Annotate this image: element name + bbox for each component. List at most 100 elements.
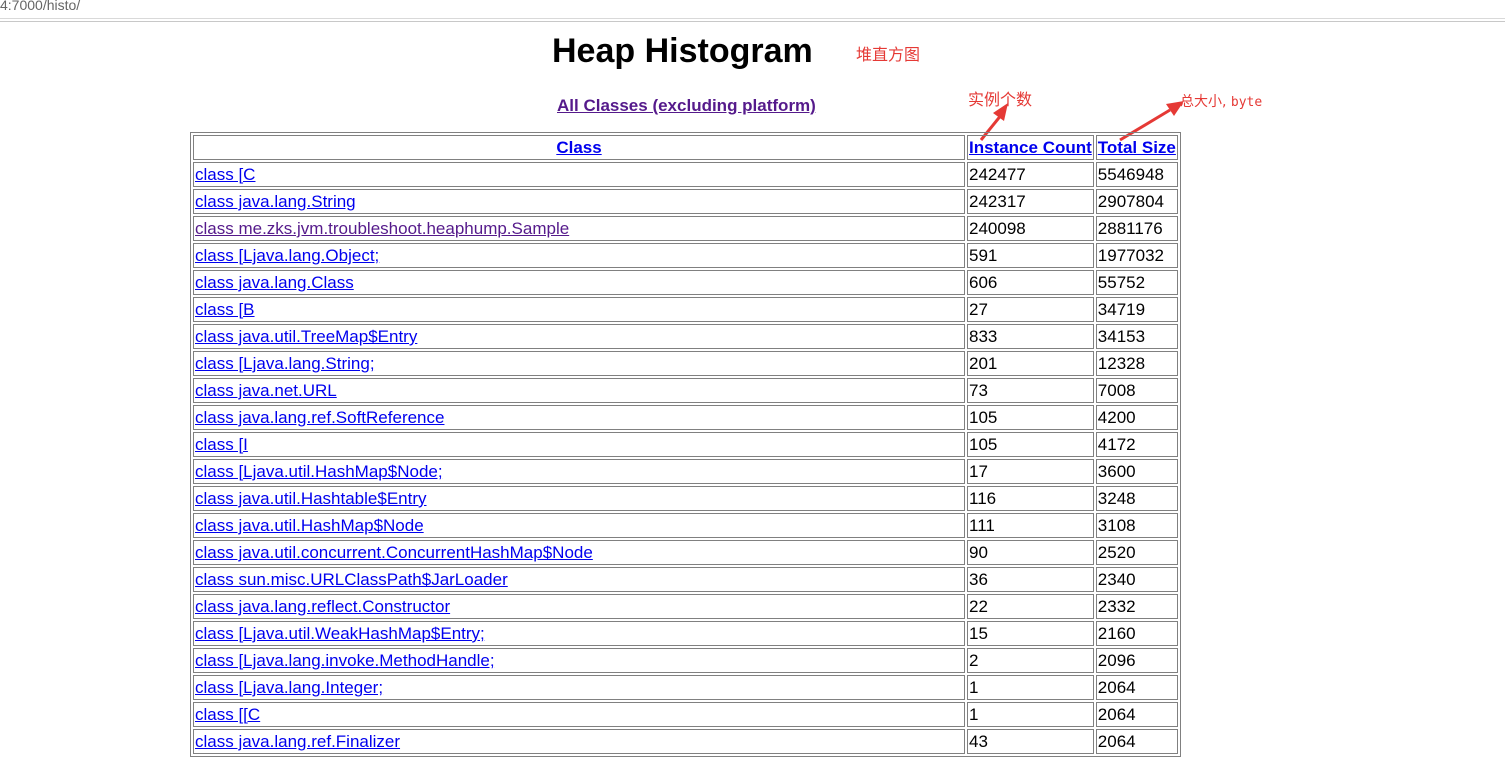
instance-count-cell: 1 bbox=[967, 675, 1094, 700]
class-link[interactable]: class me.zks.jvm.troubleshoot.heaphump.S… bbox=[195, 219, 569, 238]
instance-count-cell: 591 bbox=[967, 243, 1094, 268]
class-cell: class java.lang.reflect.Constructor bbox=[193, 594, 965, 619]
class-link[interactable]: class [Ljava.lang.String; bbox=[195, 354, 375, 373]
class-link[interactable]: class [Ljava.lang.invoke.MethodHandle; bbox=[195, 651, 495, 670]
table-row: class [Ljava.lang.Integer; 1 2064 bbox=[193, 675, 1178, 700]
class-cell: class java.util.TreeMap$Entry bbox=[193, 324, 965, 349]
instance-count-cell: 240098 bbox=[967, 216, 1094, 241]
class-cell: class java.util.HashMap$Node bbox=[193, 513, 965, 538]
total-size-cell: 12328 bbox=[1095, 351, 1178, 376]
class-link[interactable]: class java.util.Hashtable$Entry bbox=[195, 489, 427, 508]
table-row: class java.lang.String 242317 2907804 bbox=[193, 189, 1178, 214]
class-link[interactable]: class [Ljava.lang.Object; bbox=[195, 246, 379, 265]
annotation-total-size-label: 总大小, bbox=[1180, 94, 1227, 110]
total-size-cell: 7008 bbox=[1095, 378, 1178, 403]
class-link[interactable]: class java.util.concurrent.ConcurrentHas… bbox=[195, 543, 593, 562]
class-cell: class java.lang.Class bbox=[193, 270, 965, 295]
table-row: class java.lang.ref.SoftReference 105 4200 bbox=[193, 405, 1178, 430]
table-row: class [Ljava.lang.invoke.MethodHandle; 2 2… bbox=[193, 648, 1178, 673]
total-size-cell: 2160 bbox=[1095, 621, 1178, 646]
class-link[interactable]: class java.net.URL bbox=[195, 381, 337, 400]
class-cell: class java.lang.String bbox=[193, 189, 965, 214]
instance-count-cell: 27 bbox=[967, 297, 1094, 322]
sort-by-total-size-link[interactable]: Total Size bbox=[1098, 138, 1176, 157]
instance-count-cell: 242477 bbox=[967, 162, 1094, 187]
total-size-cell: 3248 bbox=[1095, 486, 1178, 511]
table-row: class java.util.Hashtable$Entry 116 3248 bbox=[193, 486, 1178, 511]
table-row: class java.util.HashMap$Node 111 3108 bbox=[193, 513, 1178, 538]
instance-count-cell: 606 bbox=[967, 270, 1094, 295]
instance-count-cell: 116 bbox=[967, 486, 1094, 511]
column-header-class: Class bbox=[193, 135, 965, 160]
instance-count-cell: 833 bbox=[967, 324, 1094, 349]
table-row: class [Ljava.lang.Object; 591 1977032 bbox=[193, 243, 1178, 268]
total-size-cell: 5546948 bbox=[1095, 162, 1178, 187]
table-row: class java.util.TreeMap$Entry 833 34153 bbox=[193, 324, 1178, 349]
instance-count-cell: 90 bbox=[967, 540, 1094, 565]
class-link[interactable]: class java.lang.ref.SoftReference bbox=[195, 408, 444, 427]
class-cell: class [C bbox=[193, 162, 965, 187]
class-cell: class [I bbox=[193, 432, 965, 457]
table-row: class java.lang.Class 606 55752 bbox=[193, 270, 1178, 295]
all-classes-link[interactable]: All Classes (excluding platform) bbox=[557, 96, 816, 116]
annotation-instance-count: 实例个数 bbox=[968, 90, 1033, 109]
class-link[interactable]: class java.lang.String bbox=[195, 192, 356, 211]
class-cell: class java.lang.ref.SoftReference bbox=[193, 405, 965, 430]
total-size-cell: 2332 bbox=[1095, 594, 1178, 619]
table-row: class java.lang.reflect.Constructor 22 233… bbox=[193, 594, 1178, 619]
class-link[interactable]: class [Ljava.lang.Integer; bbox=[195, 678, 383, 697]
instance-count-cell: 1 bbox=[967, 702, 1094, 727]
sort-by-class-link[interactable]: Class bbox=[556, 138, 601, 157]
class-link[interactable]: class java.lang.reflect.Constructor bbox=[195, 597, 450, 616]
total-size-cell: 55752 bbox=[1095, 270, 1178, 295]
total-size-cell: 2907804 bbox=[1095, 189, 1178, 214]
total-size-cell: 2340 bbox=[1095, 567, 1178, 592]
class-cell: class me.zks.jvm.troubleshoot.heaphump.S… bbox=[193, 216, 965, 241]
class-link[interactable]: class [I bbox=[195, 435, 248, 454]
class-link[interactable]: class java.lang.Class bbox=[195, 273, 354, 292]
table-row: class [B 27 34719 bbox=[193, 297, 1178, 322]
class-cell: class [Ljava.lang.invoke.MethodHandle; bbox=[193, 648, 965, 673]
class-link[interactable]: class java.util.TreeMap$Entry bbox=[195, 327, 417, 346]
column-header-instance-count: Instance Count bbox=[967, 135, 1094, 160]
instance-count-cell: 43 bbox=[967, 729, 1094, 754]
class-link[interactable]: class sun.misc.URLClassPath$JarLoader bbox=[195, 570, 508, 589]
total-size-cell: 2520 bbox=[1095, 540, 1178, 565]
instance-count-cell: 22 bbox=[967, 594, 1094, 619]
class-link[interactable]: class java.lang.ref.Finalizer bbox=[195, 732, 400, 751]
class-link[interactable]: class [Ljava.util.HashMap$Node; bbox=[195, 462, 443, 481]
instance-count-cell: 73 bbox=[967, 378, 1094, 403]
sort-by-instance-count-link[interactable]: Instance Count bbox=[969, 138, 1092, 157]
total-size-cell: 34153 bbox=[1095, 324, 1178, 349]
class-cell: class [Ljava.util.WeakHashMap$Entry; bbox=[193, 621, 965, 646]
page-title: Heap Histogram bbox=[552, 32, 813, 70]
class-link[interactable]: class [B bbox=[195, 300, 255, 319]
class-cell: class [Ljava.lang.Object; bbox=[193, 243, 965, 268]
table-row: class me.zks.jvm.troubleshoot.heaphump.S… bbox=[193, 216, 1178, 241]
class-link[interactable]: class [C bbox=[195, 165, 255, 184]
class-cell: class java.lang.ref.Finalizer bbox=[193, 729, 965, 754]
class-link[interactable]: class [[C bbox=[195, 705, 260, 724]
class-cell: class sun.misc.URLClassPath$JarLoader bbox=[193, 567, 965, 592]
total-size-cell: 2064 bbox=[1095, 675, 1178, 700]
table-header-row: Class Instance Count Total Size bbox=[193, 135, 1178, 160]
annotation-total-size-unit: byte bbox=[1230, 95, 1263, 110]
total-size-cell: 4200 bbox=[1095, 405, 1178, 430]
table-row: class [C 242477 5546948 bbox=[193, 162, 1178, 187]
table-row: class [I 105 4172 bbox=[193, 432, 1178, 457]
heap-histogram-table: Class Instance Count Total Size class [C… bbox=[190, 132, 1181, 757]
total-size-cell: 3108 bbox=[1095, 513, 1178, 538]
instance-count-cell: 15 bbox=[967, 621, 1094, 646]
table-row: class java.util.concurrent.ConcurrentHas… bbox=[193, 540, 1178, 565]
total-size-cell: 1977032 bbox=[1095, 243, 1178, 268]
class-link[interactable]: class java.util.HashMap$Node bbox=[195, 516, 424, 535]
total-size-cell: 34719 bbox=[1095, 297, 1178, 322]
total-size-cell: 4172 bbox=[1095, 432, 1178, 457]
address-url: 4:7000/histo/ bbox=[0, 0, 81, 13]
class-cell: class [Ljava.lang.String; bbox=[193, 351, 965, 376]
address-bar[interactable]: 4:7000/histo/ bbox=[0, 0, 1505, 19]
instance-count-cell: 111 bbox=[967, 513, 1094, 538]
total-size-cell: 2881176 bbox=[1095, 216, 1178, 241]
class-link[interactable]: class [Ljava.util.WeakHashMap$Entry; bbox=[195, 624, 485, 643]
instance-count-cell: 2 bbox=[967, 648, 1094, 673]
